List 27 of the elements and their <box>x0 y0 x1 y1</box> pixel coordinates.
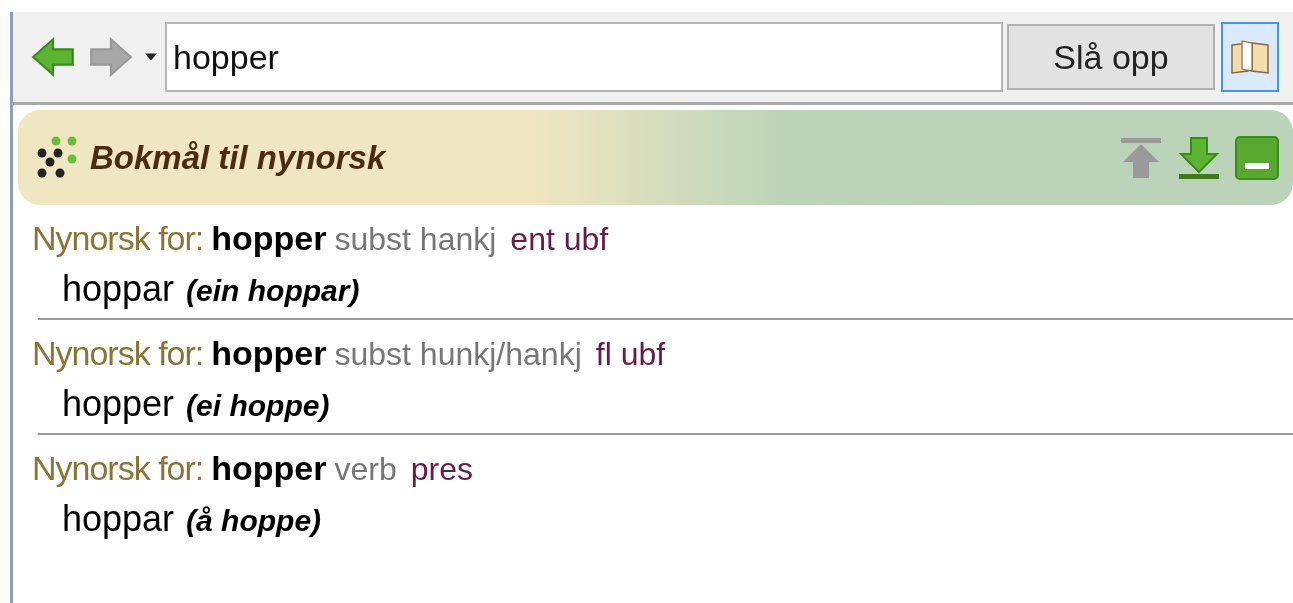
grammar-label: subst hunkj/hankj <box>334 336 582 373</box>
entry-label: Nynorsk for: <box>32 334 204 373</box>
inflection-label: pres <box>410 451 473 488</box>
search-field[interactable]: hopper <box>165 22 1003 92</box>
headword: hopper <box>211 334 327 373</box>
lookup-button[interactable]: Slå opp <box>1007 24 1215 90</box>
caret-icon[interactable] <box>145 53 157 61</box>
grammar-label: subst hankj <box>334 221 497 258</box>
example-text: (ei hoppe) <box>186 389 330 423</box>
entry-label: Nynorsk for: <box>32 449 204 488</box>
entry-label: Nynorsk for: <box>32 219 204 258</box>
translation: hoppar <box>62 498 175 540</box>
translation: hopper <box>62 383 175 425</box>
back-arrow-icon[interactable] <box>31 37 75 77</box>
minimize-icon[interactable] <box>1235 135 1279 180</box>
inflection-label: ent ubf <box>510 221 609 258</box>
inflection-label: fl ubf <box>595 336 666 373</box>
translation: hoppar <box>62 268 175 310</box>
book-icon <box>1230 39 1270 75</box>
book-toggle-button[interactable] <box>1221 22 1279 92</box>
section-title: Bokmål til nynorsk <box>90 138 386 177</box>
move-down-icon[interactable] <box>1177 135 1221 180</box>
headword: hopper <box>211 449 327 488</box>
example-text: (ein hoppar) <box>186 274 360 308</box>
grammar-label: verb <box>334 451 397 488</box>
example-text: (å hoppe) <box>186 504 322 538</box>
headword: hopper <box>211 219 327 258</box>
